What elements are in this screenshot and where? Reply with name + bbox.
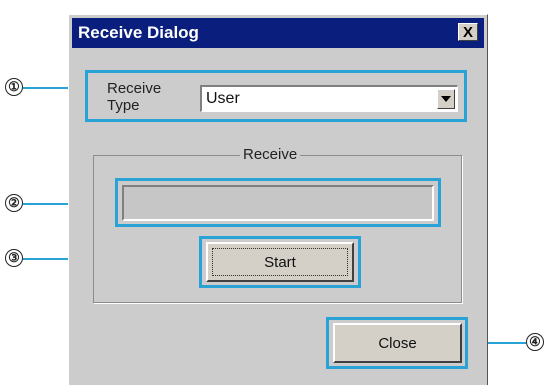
receive-type-label: Receive Type <box>107 80 162 114</box>
dialog-titlebar[interactable]: Receive Dialog X <box>72 18 484 48</box>
start-button[interactable]: Start <box>206 242 354 282</box>
receive-type-value: User <box>206 90 240 107</box>
receive-group-title: Receive <box>240 146 301 163</box>
callout-1: ① <box>5 78 23 96</box>
dialog-title: Receive Dialog <box>78 23 199 42</box>
callout-4-label: ④ <box>529 334 541 349</box>
callout-3: ③ <box>5 249 23 267</box>
close-button-label: Close <box>378 334 417 352</box>
receive-progress-bar <box>122 185 434 221</box>
callout-2: ② <box>5 194 23 212</box>
start-focus-ring <box>212 248 348 276</box>
callout-1-label: ① <box>8 79 20 94</box>
close-button[interactable]: Close <box>333 323 462 363</box>
callout-3-label: ③ <box>8 250 20 265</box>
close-icon[interactable]: X <box>458 23 478 41</box>
callout-4: ④ <box>526 333 544 351</box>
dropdown-arrow-icon[interactable] <box>437 89 455 109</box>
callout-2-label: ② <box>8 195 20 210</box>
receive-type-select[interactable]: User <box>200 85 458 112</box>
